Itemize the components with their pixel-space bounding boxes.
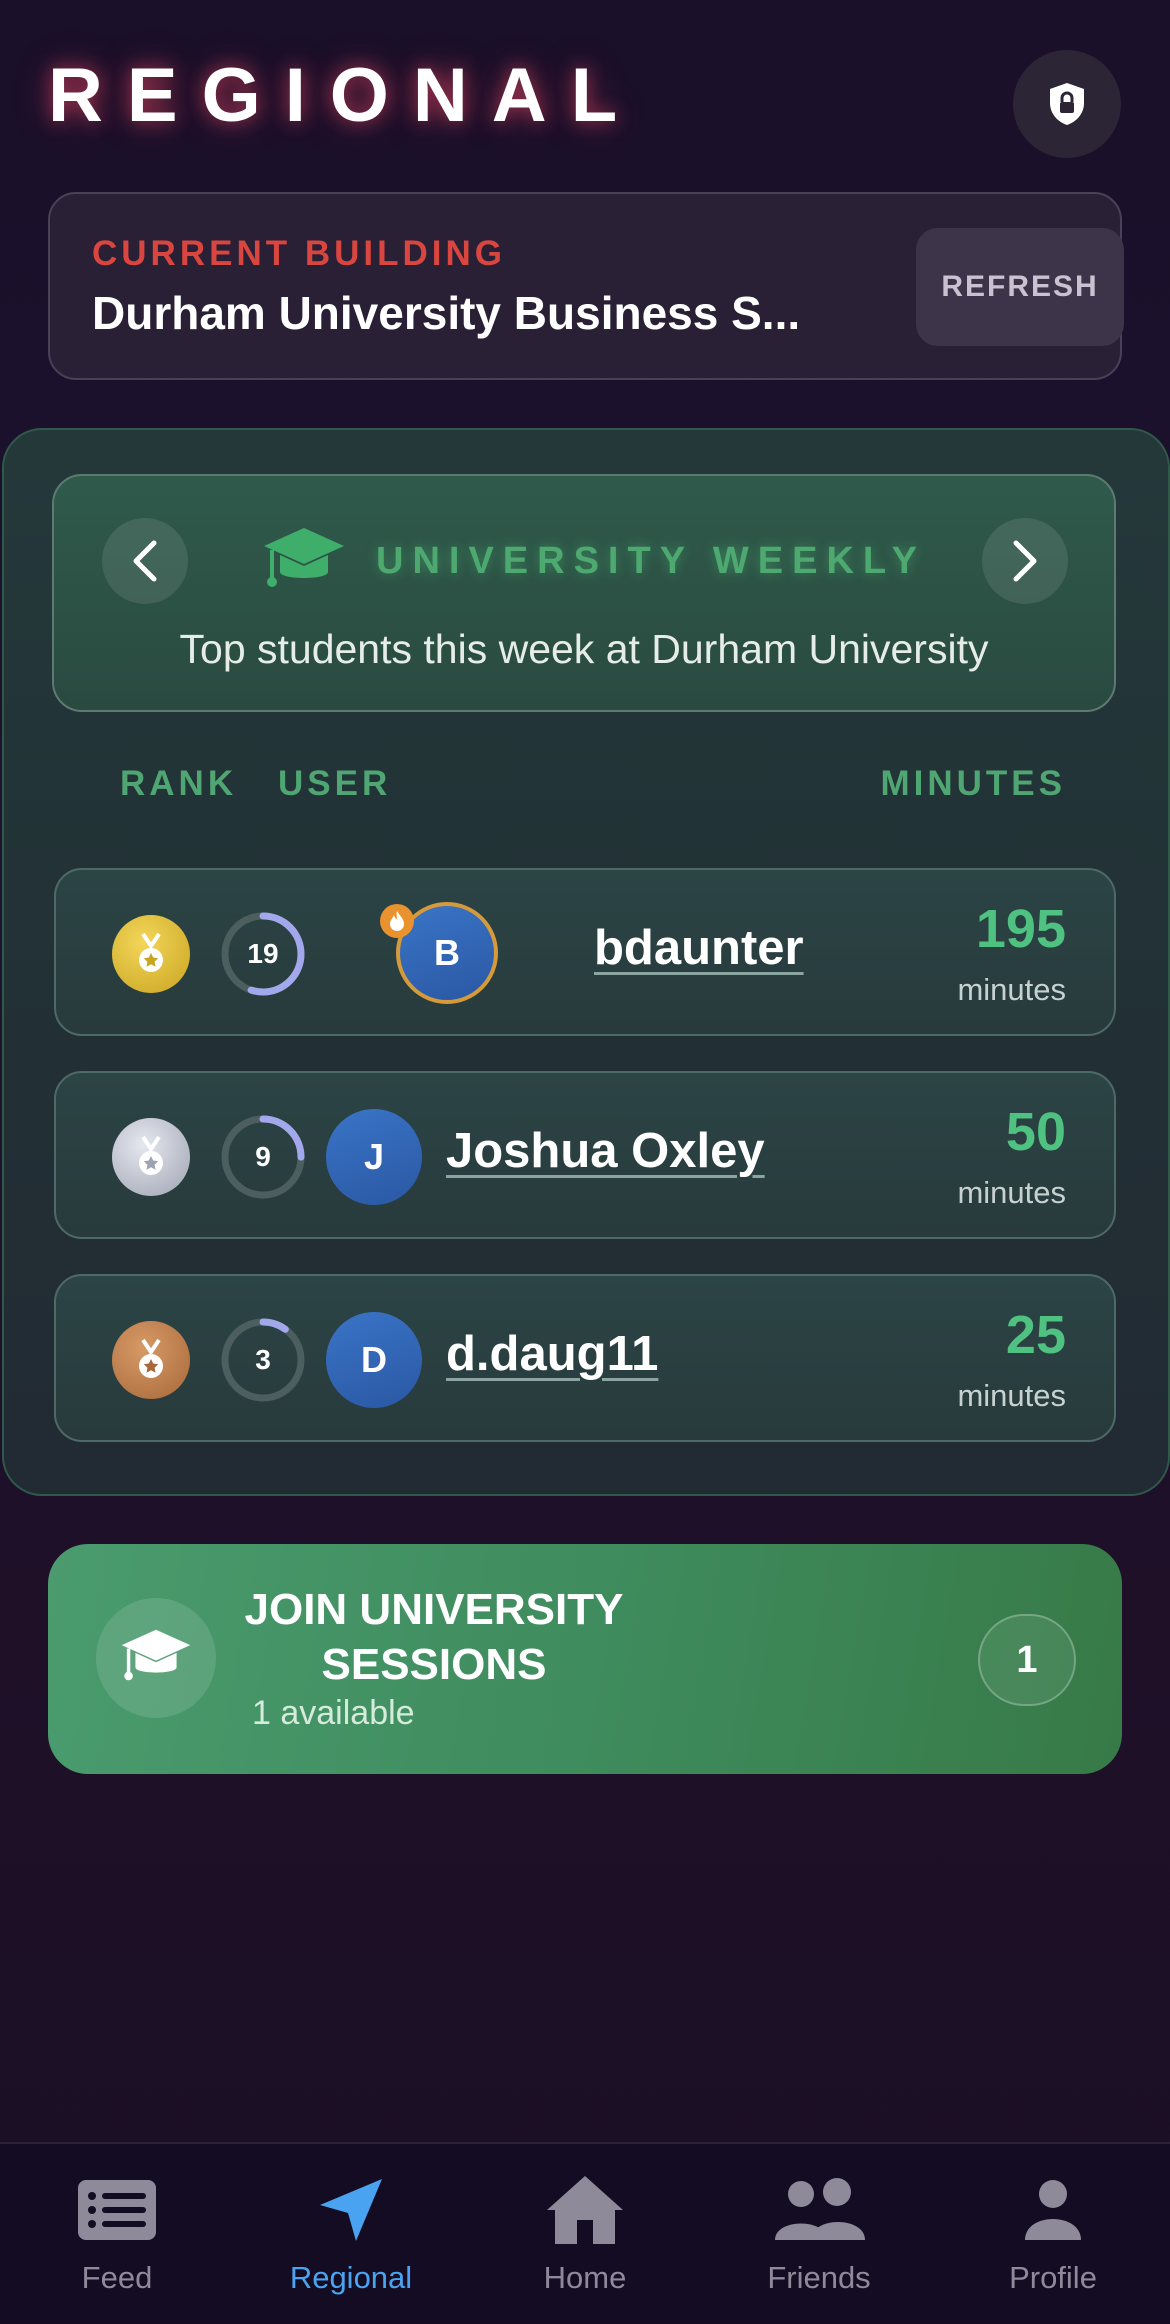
privacy-lock-button[interactable]	[1013, 50, 1121, 158]
column-header-minutes: MINUTES	[880, 764, 1066, 803]
available-sessions-badge: 1	[978, 1614, 1076, 1706]
leaderboard-row[interactable]: 19 B bdaunter 195 minutes	[54, 868, 1116, 1036]
tab-label: Friends	[767, 2260, 871, 2295]
leaderboard-subtitle: Top students this week at Durham Univers…	[179, 626, 989, 672]
username-link[interactable]: Joshua Oxley	[446, 1123, 765, 1179]
join-sessions-subtitle: 1 available	[252, 1694, 415, 1732]
leaderboard-header	[52, 474, 1116, 712]
tab-home[interactable]: Home	[468, 2144, 702, 2324]
minutes-label: minutes	[957, 1175, 1066, 1210]
chevron-left-icon	[133, 540, 157, 582]
bronze-medal-icon	[112, 1321, 190, 1399]
friends-icon	[771, 2168, 867, 2252]
tab-label: Home	[543, 2260, 627, 2295]
avatar[interactable]: D	[326, 1312, 422, 1408]
next-board-button[interactable]	[982, 518, 1068, 604]
leaderboard-title: UNIVERSITY WEEKLY	[376, 540, 926, 582]
column-header-rank: RANK	[120, 764, 238, 803]
tab-friends[interactable]: Friends	[702, 2144, 936, 2324]
tab-profile[interactable]: Profile	[936, 2144, 1170, 2324]
level-number: 9	[255, 1141, 271, 1172]
tab-label: Feed	[81, 2260, 153, 2295]
tab-feed[interactable]: Feed	[0, 2144, 234, 2324]
profile-icon	[1021, 2168, 1085, 2252]
page-title: REGIONAL	[48, 53, 642, 138]
level-number: 3	[255, 1344, 271, 1375]
lock-shield-icon	[1050, 83, 1084, 125]
join-university-sessions-button[interactable]: JOIN UNIVERSITY SESSIONS 1 available 1	[48, 1544, 1122, 1774]
username-link[interactable]: bdaunter	[594, 920, 804, 976]
current-building-card: CURRENT BUILDING Durham University Busin…	[48, 192, 1124, 380]
leaderboard-row[interactable]: 3 D d.daug11 25 minutes	[54, 1274, 1116, 1442]
bottom-tab-bar: Feed Regional Home Friends Profile	[0, 2142, 1170, 2324]
graduation-cap-icon	[264, 528, 344, 587]
gold-medal-icon	[112, 915, 190, 993]
minutes-label: minutes	[957, 1378, 1066, 1413]
level-number: 19	[247, 938, 279, 969]
column-header-user: USER	[278, 764, 392, 803]
feed-icon	[76, 2168, 158, 2252]
avatar[interactable]: J	[326, 1109, 422, 1205]
refresh-button[interactable]: REFRESH	[916, 228, 1124, 346]
streak-flame-icon	[380, 904, 414, 938]
join-sessions-title: JOIN UNIVERSITY SESSIONS	[244, 1585, 624, 1689]
tab-regional[interactable]: Regional	[234, 2144, 468, 2324]
chevron-right-icon	[1013, 540, 1037, 582]
tab-label: Profile	[1009, 2260, 1097, 2295]
graduation-cap-icon	[96, 1598, 216, 1718]
location-arrow-icon	[316, 2168, 386, 2252]
current-building-label: CURRENT BUILDING	[92, 234, 506, 273]
previous-board-button[interactable]	[102, 518, 188, 604]
silver-medal-icon	[112, 1118, 190, 1196]
minutes-value: 25	[1005, 1305, 1066, 1365]
username-link[interactable]: d.daug11	[446, 1326, 658, 1382]
minutes-label: minutes	[957, 972, 1066, 1007]
tab-label: Regional	[289, 2260, 413, 2295]
home-icon	[543, 2168, 627, 2252]
leaderboard-row[interactable]: 9 J Joshua Oxley 50 minutes	[54, 1071, 1116, 1239]
minutes-value: 50	[1005, 1102, 1066, 1162]
minutes-value: 195	[975, 899, 1066, 959]
current-building-name: Durham University Business S...	[92, 287, 801, 339]
